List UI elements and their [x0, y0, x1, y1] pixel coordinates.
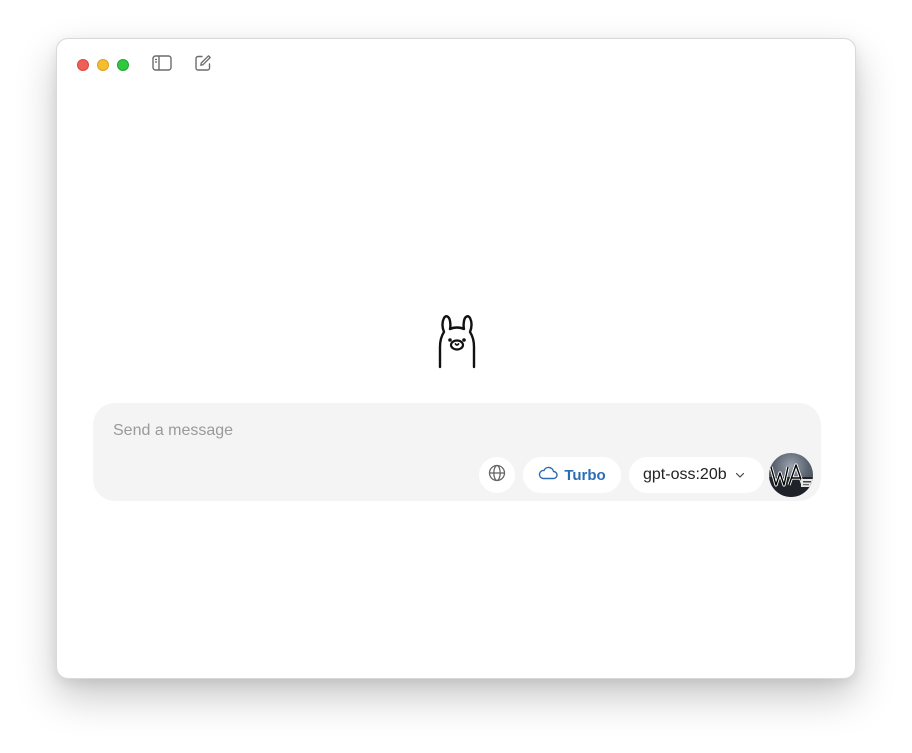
sidebar-toggle-button[interactable] [152, 54, 172, 76]
sidebar-toggle-icon [152, 54, 172, 76]
turbo-label: Turbo [564, 466, 606, 484]
message-input[interactable] [113, 419, 793, 443]
new-chat-button[interactable] [193, 54, 213, 77]
desktop: Turbo gpt-oss:20b [0, 0, 912, 753]
new-chat-icon [194, 54, 212, 77]
llama-logo-icon [435, 313, 479, 369]
cloud-icon [538, 466, 558, 485]
globe-icon [488, 464, 506, 487]
model-label: gpt-oss:20b [643, 466, 727, 483]
app-window: Turbo gpt-oss:20b [56, 38, 856, 679]
web-search-button[interactable] [479, 457, 515, 493]
chevron-down-icon [735, 466, 745, 484]
message-composer: Turbo gpt-oss:20b [93, 403, 821, 501]
window-minimize-button[interactable] [97, 59, 109, 71]
turbo-button[interactable]: Turbo [523, 457, 621, 493]
user-avatar[interactable] [769, 453, 813, 497]
window-maximize-button[interactable] [117, 59, 129, 71]
window-close-button[interactable] [77, 59, 89, 71]
model-selector[interactable]: gpt-oss:20b [629, 457, 764, 493]
